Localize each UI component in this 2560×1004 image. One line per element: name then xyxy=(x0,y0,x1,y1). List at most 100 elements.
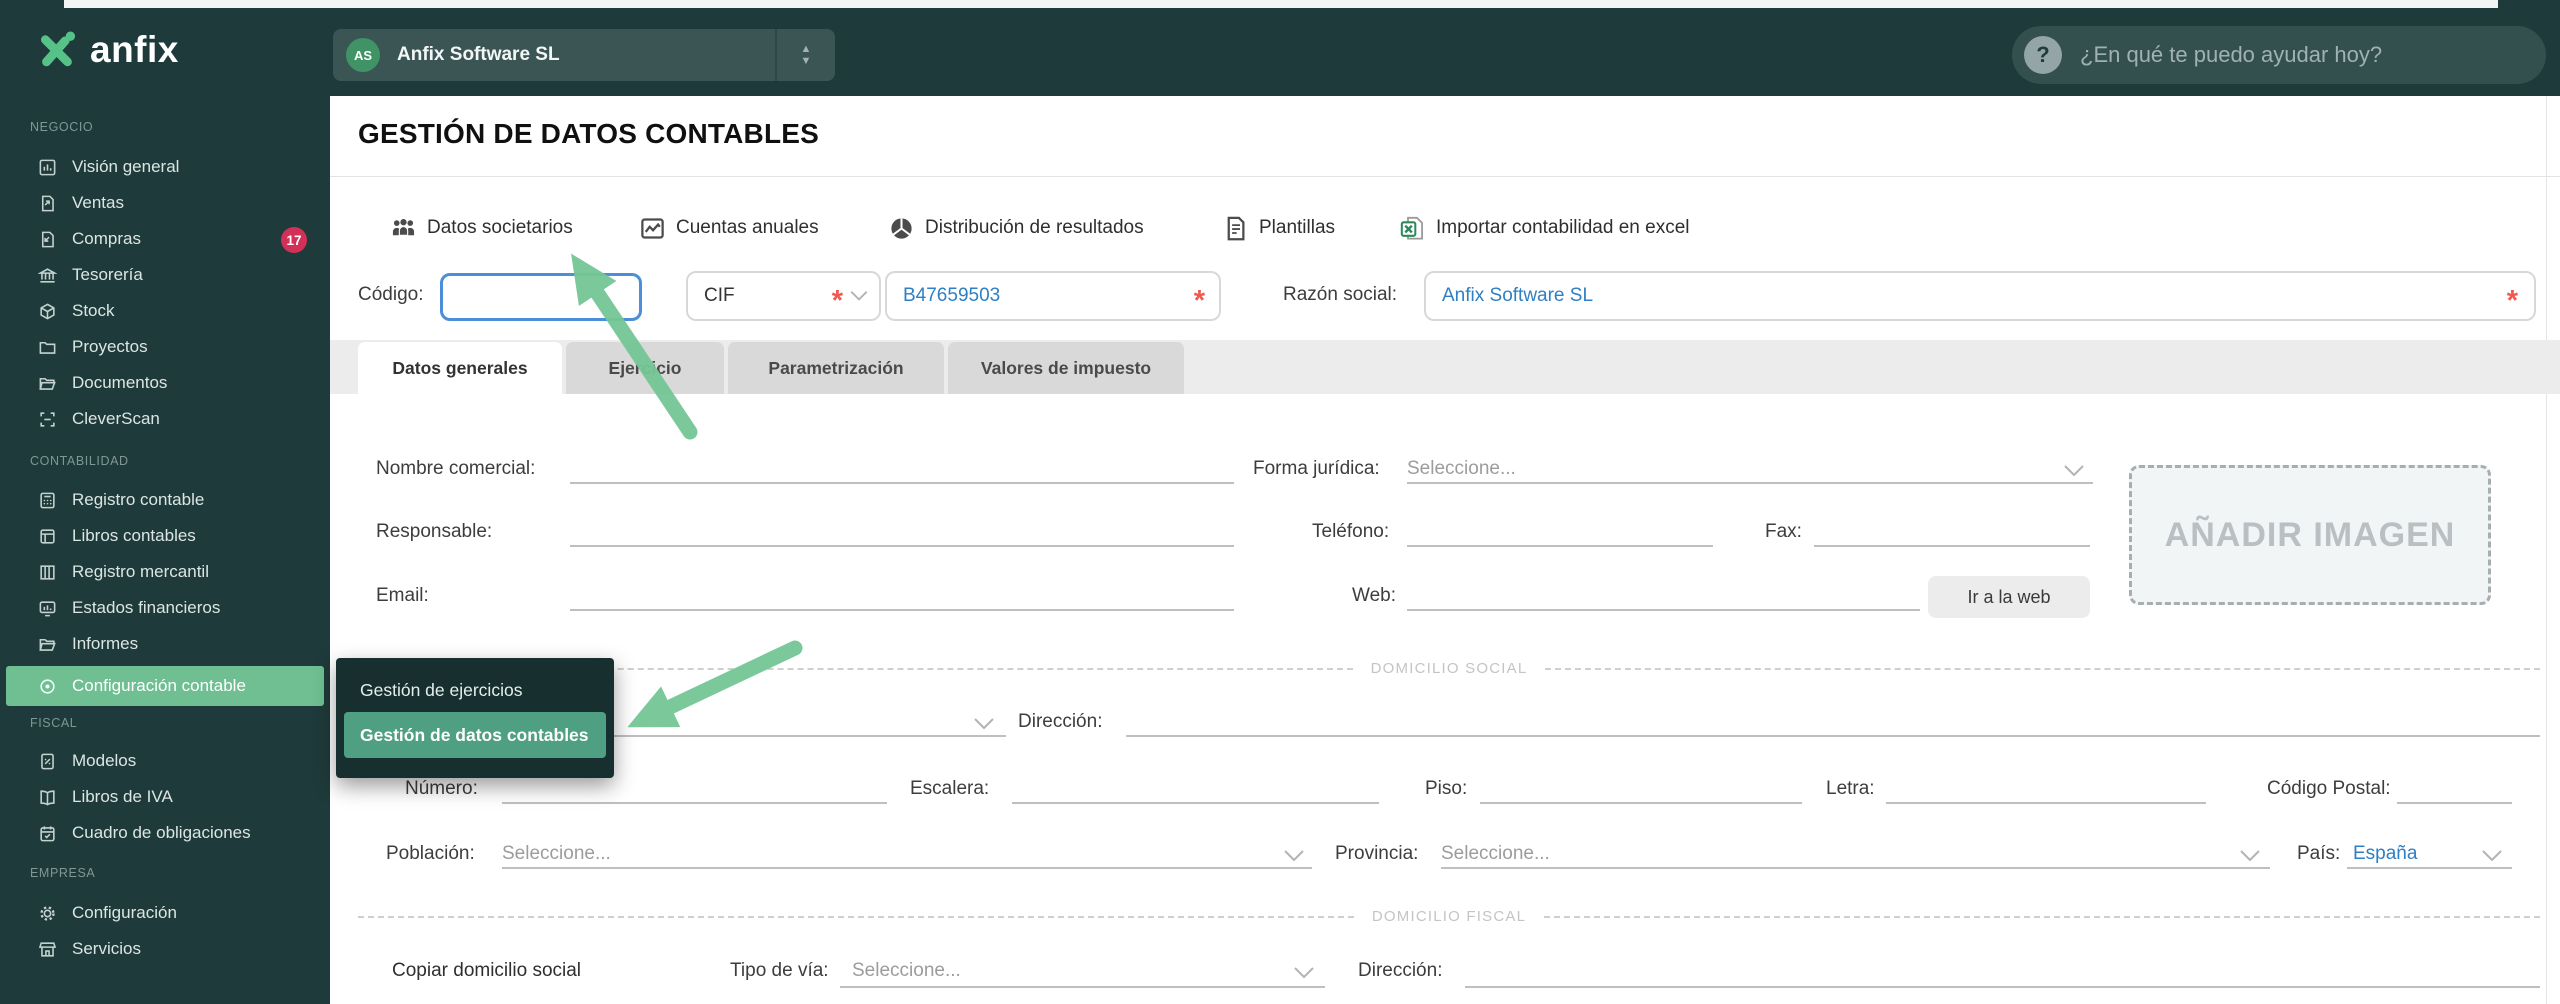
sidebar-item-label: Libros de IVA xyxy=(72,787,173,806)
sidebar-item-estados-financieros[interactable]: Estados financieros xyxy=(0,590,330,626)
direccion-social-label: Dirección: xyxy=(1018,711,1103,732)
tax-doc-icon xyxy=(38,752,57,771)
tab-valores-de-impuesto[interactable]: Valores de impuesto xyxy=(948,342,1184,394)
tab-parametrizacion[interactable]: Parametrización xyxy=(728,342,944,394)
razon-social-input[interactable]: Anfix Software SL * xyxy=(1424,271,2536,321)
cif-type-select[interactable]: CIF * xyxy=(686,271,881,321)
sidebar-item-proyectos[interactable]: Proyectos xyxy=(0,329,330,365)
chevron-down-icon[interactable] xyxy=(972,717,996,731)
sidebar-item-vision-general[interactable]: Visión general xyxy=(0,149,330,185)
web-input[interactable] xyxy=(1407,609,1920,611)
domicilio-fiscal-label: DOMICILIO FISCAL xyxy=(1371,908,1527,925)
sidebar-item-ventas[interactable]: Ventas xyxy=(0,185,330,221)
toolbar-item-datos-societarios[interactable]: Datos societarios xyxy=(390,206,573,250)
forma-juridica-select[interactable] xyxy=(1407,482,2093,484)
sidebar-section-negocio: NEGOCIO xyxy=(30,120,94,134)
chevron-down-icon[interactable] xyxy=(1292,966,1316,980)
target-icon xyxy=(38,677,57,696)
go-to-web-button[interactable]: Ir a la web xyxy=(1928,576,2090,618)
pais-value: España xyxy=(2353,843,2418,864)
sidebar-item-servicios[interactable]: Servicios xyxy=(0,931,330,967)
sidebar-item-label: Modelos xyxy=(72,751,137,770)
help-search-input[interactable]: ? ¿En qué te puedo ayudar hoy? xyxy=(2012,26,2546,84)
company-selector[interactable]: AS Anfix Software SL ▲ ▼ xyxy=(333,29,835,81)
sidebar-item-label: Stock xyxy=(72,301,115,320)
sidebar-item-label: Informes xyxy=(72,634,139,653)
direccion-fiscal-input[interactable] xyxy=(1465,986,2540,988)
tab-datos-generales[interactable]: Datos generales xyxy=(358,342,562,394)
sidebar-item-configuracion-contable[interactable]: Configuración contable xyxy=(6,666,324,706)
sidebar-item-documentos[interactable]: Documentos xyxy=(0,365,330,401)
chevron-down-icon[interactable] xyxy=(2238,849,2262,863)
required-asterisk: * xyxy=(831,284,843,317)
sidebar-item-cleverscan[interactable]: CleverScan xyxy=(0,401,330,437)
poblacion-select[interactable] xyxy=(502,867,1312,869)
sidebar-item-label: Compras xyxy=(72,229,141,248)
tab-ejercicio[interactable]: Ejercicio xyxy=(566,342,724,394)
email-input[interactable] xyxy=(570,609,1234,611)
letra-input[interactable] xyxy=(1886,802,2206,804)
copiar-domicilio-social-link[interactable]: Copiar domicilio social xyxy=(392,960,581,982)
sidebar-item-label: Configuración xyxy=(72,903,177,922)
pais-label: País: xyxy=(2297,843,2341,864)
compras-count-badge: 17 xyxy=(281,227,307,253)
sidebar-item-registro-mercantil[interactable]: Registro mercantil xyxy=(0,554,330,590)
provincia-select[interactable] xyxy=(1441,867,2270,869)
toolbar-item-label: Distribución de resultados xyxy=(925,217,1144,238)
piso-label: Piso: xyxy=(1425,778,1468,799)
responsable-label: Responsable: xyxy=(376,521,493,542)
bar-chart-icon xyxy=(38,158,57,177)
chevron-down-icon[interactable] xyxy=(2062,464,2086,478)
sidebar-item-registro-contable[interactable]: Registro contable xyxy=(0,482,330,518)
sidebar-section-contabilidad: CONTABILIDAD xyxy=(30,454,129,468)
sidebar-item-configuracion[interactable]: Configuración xyxy=(0,895,330,931)
codigo-postal-input[interactable] xyxy=(2397,802,2512,804)
codigo-input[interactable] xyxy=(440,273,642,321)
open-book-icon xyxy=(38,788,57,807)
fax-input[interactable] xyxy=(1814,545,2090,547)
content-right-edge xyxy=(2546,96,2547,1004)
sidebar-item-tesoreria[interactable]: Tesorería xyxy=(0,257,330,293)
toolbar-item-cuentas-anuales[interactable]: Cuentas anuales xyxy=(639,206,819,250)
toolbar-item-plantillas[interactable]: Plantillas xyxy=(1222,206,1335,250)
responsable-input[interactable] xyxy=(570,545,1234,547)
box-icon xyxy=(38,302,57,321)
sidebar-item-cuadro-de-obligaciones[interactable]: Cuadro de obligaciones xyxy=(0,815,330,851)
sidebar-item-modelos[interactable]: Modelos xyxy=(0,743,330,779)
cif-number-input[interactable]: B47659503 * xyxy=(885,271,1221,321)
chevron-down-icon xyxy=(849,290,869,302)
anfix-logo-icon xyxy=(36,28,78,70)
sidebar-item-informes[interactable]: Informes xyxy=(0,626,330,662)
forma-juridica-placeholder: Seleccione... xyxy=(1407,458,1516,479)
anfix-logo[interactable]: anfix xyxy=(36,28,179,70)
nombre-comercial-input[interactable] xyxy=(570,482,1234,484)
pais-select[interactable] xyxy=(2347,867,2512,869)
piso-input[interactable] xyxy=(1480,802,1802,804)
razon-social-value: Anfix Software SL xyxy=(1442,285,1594,306)
add-image-dropzone[interactable]: AÑADIR IMAGEN xyxy=(2129,465,2491,605)
company-selector-arrows-icon[interactable]: ▲ ▼ xyxy=(777,43,835,67)
numero-input[interactable] xyxy=(502,802,887,804)
escalera-input[interactable] xyxy=(1012,802,1379,804)
tipo-de-via-fiscal-select[interactable] xyxy=(840,986,1325,988)
sidebar-item-stock[interactable]: Stock xyxy=(0,293,330,329)
toolbar-item-distribucion-de-resultados[interactable]: Distribución de resultados xyxy=(888,206,1144,250)
toolbar-item-importar-contabilidad-excel[interactable]: Importar contabilidad en excel xyxy=(1399,206,1689,250)
chevron-down-icon[interactable] xyxy=(2480,849,2504,863)
direccion-social-input[interactable] xyxy=(1126,735,2540,737)
menu-item-gestion-de-datos-contables[interactable]: Gestión de datos contables xyxy=(344,712,606,758)
sidebar-item-label: Cuadro de obligaciones xyxy=(72,823,251,842)
sidebar-item-label: Configuración contable xyxy=(72,676,246,695)
menu-item-gestion-de-ejercicios[interactable]: Gestión de ejercicios xyxy=(336,668,614,712)
shop-icon xyxy=(38,940,57,959)
tipo-de-via-social-select[interactable] xyxy=(556,735,1006,737)
chevron-down-icon[interactable] xyxy=(1282,849,1306,863)
sidebar-item-libros-contables[interactable]: Libros contables xyxy=(0,518,330,554)
numero-label: Número: xyxy=(405,778,478,799)
financial-chart-icon xyxy=(38,599,57,618)
telefono-input[interactable] xyxy=(1407,545,1713,547)
sidebar-item-label: Documentos xyxy=(72,373,168,392)
sidebar-item-label: Estados financieros xyxy=(72,598,221,617)
sidebar-item-libros-de-iva[interactable]: Libros de IVA xyxy=(0,779,330,815)
template-doc-icon xyxy=(1222,215,1249,242)
